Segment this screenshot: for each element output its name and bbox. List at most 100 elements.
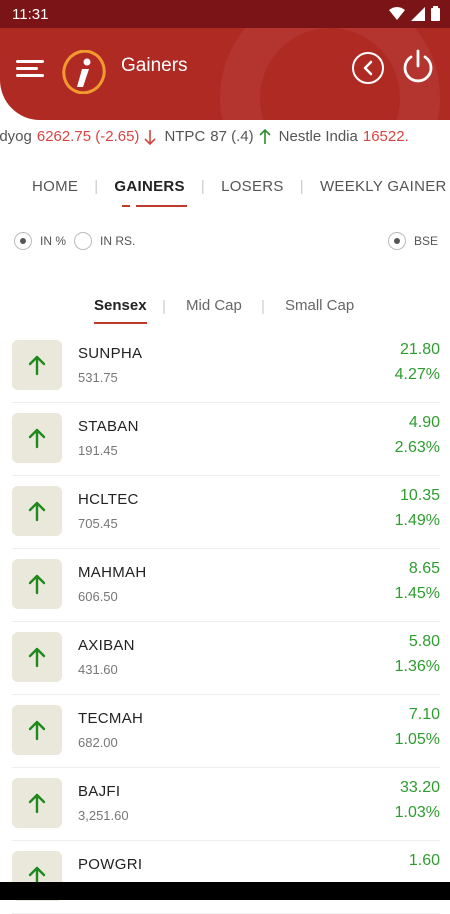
display-options: IN % IN RS. BSE	[0, 232, 450, 256]
subtab-separator: |	[162, 298, 166, 315]
stock-row[interactable]: STABAN 191.45 4.90 2.63%	[12, 403, 440, 476]
ticker-value: 6262.75 (-2.65)	[36, 128, 140, 145]
index-subtabs: Sensex | Mid Cap | Small Cap	[0, 294, 450, 324]
signal-icon	[411, 6, 425, 21]
stock-change: 7.10	[408, 706, 440, 723]
stock-change: 21.80	[399, 341, 440, 358]
stock-change: 10.35	[399, 487, 440, 504]
stock-percent: 1.49%	[394, 512, 440, 529]
status-bar: 11:31	[0, 0, 450, 28]
stock-row[interactable]: SUNPHA 531.75 21.80 4.27%	[12, 330, 440, 403]
stock-price: 606.50	[78, 589, 118, 604]
stock-change: 5.80	[408, 633, 440, 650]
back-button[interactable]	[352, 52, 384, 84]
stock-symbol: BAJFI	[78, 783, 121, 800]
trend-badge	[12, 486, 62, 536]
stock-price: 191.45	[78, 443, 118, 458]
trend-badge	[12, 559, 62, 609]
radio-in-rs-label: IN RS.	[100, 234, 136, 248]
tab-gainers[interactable]: GAINERS	[112, 178, 188, 207]
radio-in-rs[interactable]: IN RS.	[74, 232, 135, 250]
status-icons	[389, 6, 440, 21]
tab-weekly-gainer[interactable]: WEEKLY GAINER	[318, 178, 449, 195]
stock-symbol: POWGRI	[78, 856, 143, 873]
system-nav-bar	[0, 882, 450, 900]
wifi-icon	[389, 6, 405, 20]
tab-separator: |	[94, 177, 99, 195]
stock-row[interactable]: MAHMAH 606.50 8.65 1.45%	[12, 549, 440, 622]
ticker-bar: ldyog6262.75 (-2.65) NTPC87 (.4) Nestle In…	[0, 120, 450, 156]
stock-symbol: MAHMAH	[78, 564, 147, 581]
stock-percent: 1.03%	[394, 804, 440, 821]
tab-home[interactable]: HOME	[30, 178, 80, 195]
ticker-item: Nestle India 16522.	[279, 128, 409, 145]
app-logo	[62, 50, 106, 94]
page-title: Gainers	[121, 55, 188, 76]
arrow-up-icon	[259, 128, 271, 144]
radio-bse[interactable]: BSE	[388, 232, 438, 250]
power-icon[interactable]	[400, 48, 436, 84]
stock-change: 8.65	[408, 560, 440, 577]
arrow-up-icon	[28, 428, 46, 449]
stock-price: 705.45	[78, 516, 118, 531]
ticker-item: ldyog6262.75 (-2.65)	[0, 128, 157, 145]
battery-icon	[431, 6, 440, 21]
stock-percent: 4.27%	[394, 366, 440, 383]
arrow-up-icon	[28, 720, 46, 741]
radio-in-percent[interactable]: IN %	[14, 232, 66, 250]
trend-badge	[12, 705, 62, 755]
arrow-up-icon	[28, 355, 46, 376]
trend-badge	[12, 340, 62, 390]
trend-badge	[12, 632, 62, 682]
ticker-name: NTPC	[164, 128, 206, 145]
stock-percent: 1.05%	[394, 731, 440, 748]
app-header: Gainers	[0, 28, 450, 120]
radio-in-percent-label: IN %	[40, 234, 67, 248]
stock-price: 682.00	[78, 735, 118, 750]
tab-separator: |	[299, 177, 304, 195]
ticker-value: 87 (.4)	[210, 128, 254, 145]
stock-price: 431.60	[78, 662, 118, 677]
ticker-value: 16522.	[362, 128, 409, 145]
stock-price: 531.75	[78, 370, 118, 385]
trend-badge	[12, 413, 62, 463]
ticker-name: ldyog	[0, 128, 32, 145]
stock-row[interactable]: BAJFI 3,251.60 33.20 1.03%	[12, 768, 440, 841]
stock-price: 3,251.60	[78, 808, 129, 823]
arrow-up-icon	[28, 574, 46, 595]
tab-separator: |	[200, 177, 206, 195]
menu-icon[interactable]	[16, 60, 46, 82]
arrow-up-icon	[28, 501, 46, 522]
ticker-name: Nestle India	[278, 128, 358, 145]
gainers-list: SUNPHA 531.75 21.80 4.27% STABAN 191.45 4.90 2.…	[12, 330, 440, 914]
arrow-up-icon	[28, 793, 46, 814]
radio-selected-icon	[14, 232, 32, 250]
stock-row[interactable]: POWGRI 1.60	[12, 841, 440, 914]
subtab-small-cap[interactable]: Small Cap	[285, 297, 354, 314]
stock-row[interactable]: AXIBAN 431.60 5.80 1.36%	[12, 622, 440, 695]
chevron-left-icon	[363, 60, 373, 76]
stock-percent: 2.63%	[394, 439, 440, 456]
stock-symbol: AXIBAN	[78, 637, 135, 654]
stock-row[interactable]: HCLTEC 705.45 10.35 1.49%	[12, 476, 440, 549]
stock-percent: 1.36%	[394, 658, 440, 675]
arrow-up-icon	[28, 647, 46, 668]
ticker-item: NTPC 87 (.4)	[164, 128, 271, 145]
stock-symbol: SUNPHA	[78, 345, 143, 362]
tab-losers[interactable]: LOSERS	[219, 178, 286, 195]
arrow-down-icon	[144, 129, 157, 145]
radio-unselected-icon	[74, 232, 92, 250]
subtab-separator: |	[261, 298, 265, 315]
stock-percent: 1.45%	[394, 585, 440, 602]
stock-change: 4.90	[408, 414, 440, 431]
stock-symbol: HCLTEC	[78, 491, 139, 508]
radio-bse-label: BSE	[414, 234, 439, 248]
trend-badge	[12, 778, 62, 828]
status-time: 11:31	[12, 6, 49, 23]
stock-symbol: STABAN	[78, 418, 139, 435]
subtab-mid-cap[interactable]: Mid Cap	[186, 297, 242, 314]
subtab-sensex[interactable]: Sensex	[94, 297, 147, 324]
radio-selected-icon	[388, 232, 406, 250]
main-tabs: HOME | GAINERS | LOSERS | WEEKLY GAINER	[0, 166, 450, 207]
stock-row[interactable]: TECMAH 682.00 7.10 1.05%	[12, 695, 440, 768]
